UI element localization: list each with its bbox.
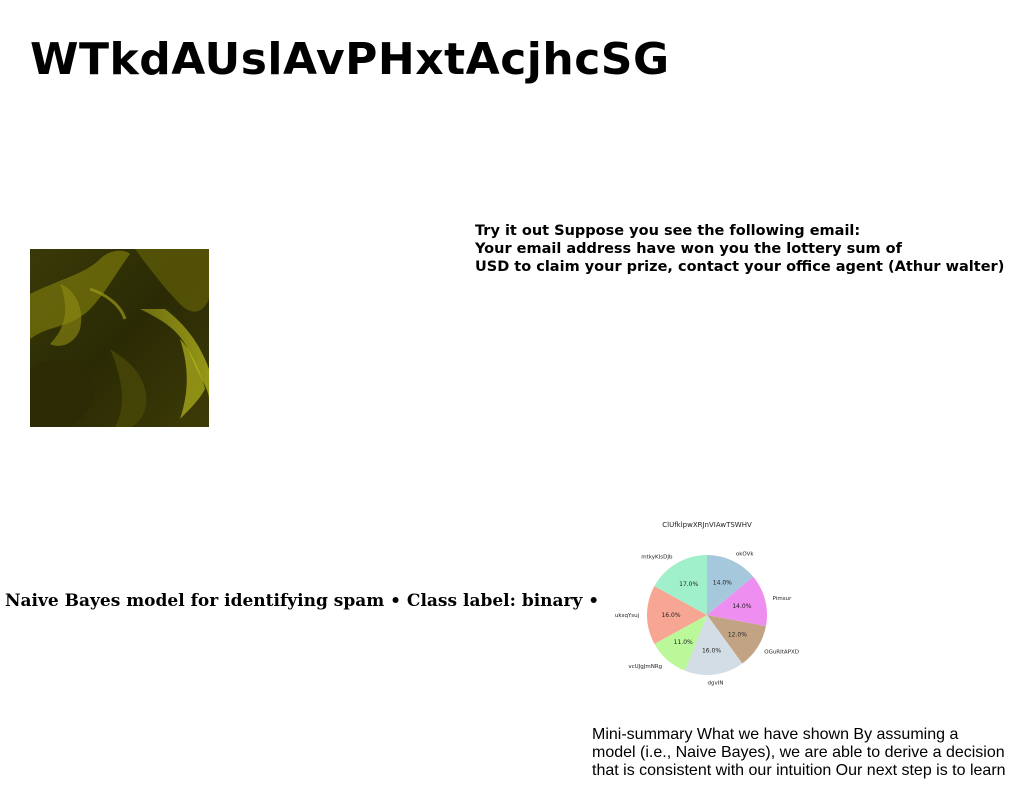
email-line: USD to claim your prize, contact your of…	[475, 259, 1005, 275]
pie-category-label: uksqYsuj	[615, 613, 640, 619]
pie-category-label: Pimsur	[773, 596, 792, 602]
email-line: Your email address have won you the lott…	[475, 241, 902, 257]
pie-category-label: OGuRItAPXD	[764, 649, 799, 655]
pie-category-label: mtkyKIsDJb	[641, 555, 673, 561]
texture-image	[30, 249, 209, 427]
pie-category-label: vcUJgJmNRg	[628, 664, 662, 670]
pie-pct-label: 16.0%	[661, 612, 680, 619]
email-example-text: Try it out Suppose you see the following…	[475, 222, 1020, 276]
summary-line: Mini-summary What we have shown By assum…	[592, 726, 959, 743]
email-line: Try it out Suppose you see the following…	[475, 223, 861, 239]
pie-category-label: dgvIN	[708, 680, 724, 686]
pie-pct-label: 14.0%	[713, 579, 732, 586]
summary-line: that is consistent with our intuition Ou…	[592, 762, 1006, 779]
chart-title: ClUfklpwXRJnVIAwTSWHV	[662, 521, 752, 529]
pie-pct-label: 14.0%	[732, 603, 751, 610]
mini-summary-text: Mini-summary What we have shown By assum…	[592, 726, 1017, 780]
pie-pct-label: 16.0%	[702, 648, 721, 655]
bullet-line: Naive Bayes model for identifying spam •…	[5, 591, 600, 611]
pie-pct-label: 12.0%	[728, 631, 747, 638]
pie-pct-label: 17.0%	[679, 581, 698, 588]
pie-category-label: okOVk	[736, 552, 755, 558]
page-title: WTkdAUslAvPHxtAcjhcSG	[30, 34, 670, 85]
pie-chart: ClUfklpwXRJnVIAwTSWHV 14.0% okOVk 14.0% Pim…	[600, 515, 810, 710]
summary-line: model (i.e., Naive Bayes), we are able t…	[592, 744, 1005, 761]
pie-pct-label: 11.0%	[674, 639, 693, 646]
